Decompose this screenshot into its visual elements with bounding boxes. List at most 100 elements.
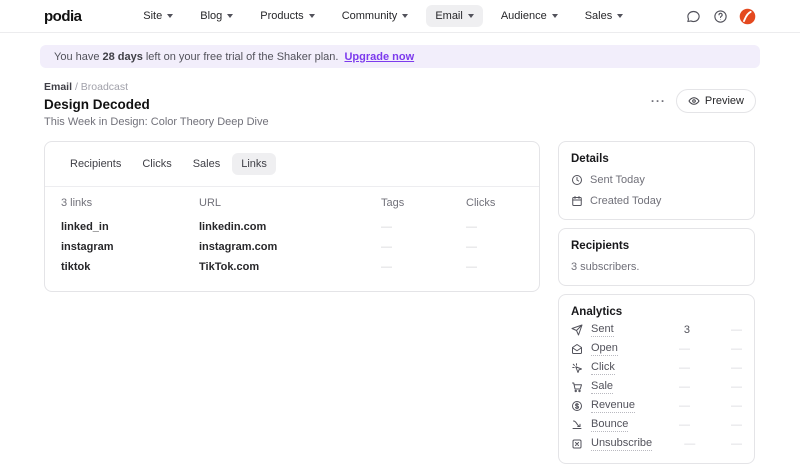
caret-down-icon (617, 14, 624, 18)
analytics-row-open: Open — — (571, 341, 742, 356)
top-nav-bar: podia Site Blog Products Community Email… (0, 0, 800, 33)
nav-item-label: Site (143, 10, 163, 22)
tab-bar: Recipients Clicks Sales Links (45, 142, 539, 186)
top-right-icons (685, 8, 756, 25)
caret-down-icon (551, 14, 558, 18)
preview-button[interactable]: Preview (675, 89, 756, 113)
analytics-label[interactable]: Sale (591, 380, 614, 394)
nav-item-label: Email (435, 10, 463, 22)
detail-created: Created Today (571, 195, 742, 207)
upgrade-link[interactable]: Upgrade now (344, 51, 414, 63)
table-row[interactable]: linked_in linkedin.com — — (61, 217, 523, 237)
link-tags: — (381, 261, 392, 273)
analytics-label[interactable]: Sent (591, 323, 614, 337)
more-options-button[interactable]: ··· (651, 95, 666, 107)
calendar-icon (572, 196, 582, 206)
analytics-value: — (679, 342, 690, 355)
nav-item-label: Blog (200, 10, 223, 22)
analytics-value: — (679, 399, 690, 412)
analytics-secondary-value: — (731, 361, 742, 374)
table-row[interactable]: instagram instagram.com — — (61, 237, 523, 257)
column-header-clicks: Clicks (466, 197, 496, 209)
nav-item-label: Community (341, 10, 398, 22)
breadcrumb-email[interactable]: Email (44, 81, 72, 93)
caret-down-icon (227, 14, 234, 18)
tab-recipients[interactable]: Recipients (61, 153, 130, 175)
table-row[interactable]: tiktok TikTok.com — — (61, 257, 523, 277)
trial-banner: You have 28 days left on your free trial… (40, 45, 760, 68)
analytics-label[interactable]: Open (591, 342, 618, 356)
trial-text: You have (54, 50, 100, 63)
page-header-actions: ··· Preview (651, 89, 756, 113)
tab-clicks[interactable]: Clicks (133, 153, 180, 175)
nav-item-sales[interactable]: Sales (576, 5, 633, 27)
links-table: 3 links URL Tags Clicks linked_in linked… (45, 187, 539, 291)
nav-item-audience[interactable]: Audience (492, 5, 567, 27)
breadcrumb-separator: / (74, 81, 78, 93)
analytics-row-sale: Sale — — (571, 379, 742, 394)
nav-item-site[interactable]: Site (134, 5, 182, 27)
podia-logo[interactable]: podia (44, 8, 82, 25)
caret-down-icon (467, 14, 474, 18)
link-clicks: — (466, 241, 477, 253)
analytics-row-sent: Sent 3 — (571, 322, 742, 337)
analytics-card: Analytics Sent 3 — Open — — Click — — Sa… (558, 294, 755, 464)
nav-item-email[interactable]: Email (426, 5, 483, 27)
tab-links[interactable]: Links (232, 153, 276, 175)
main-nav: Site Blog Products Community Email Audie… (82, 5, 686, 27)
clock-icon (572, 175, 582, 185)
analytics-row-revenue: Revenue — — (571, 398, 742, 413)
details-title: Details (571, 153, 609, 165)
analytics-secondary-value: — (731, 437, 742, 450)
trial-text-rest: left on your free trial of the Shaker pl… (145, 50, 339, 63)
link-name: instagram (61, 241, 114, 253)
nav-item-products[interactable]: Products (251, 5, 323, 27)
user-avatar[interactable] (739, 8, 756, 25)
analytics-label[interactable]: Click (591, 361, 615, 375)
envelope-open-icon (571, 343, 583, 355)
analytics-secondary-value: — (731, 380, 742, 393)
caret-down-icon (402, 14, 409, 18)
recipients-card: Recipients 3 subscribers. (558, 228, 755, 286)
breadcrumb: Email / Broadcast (44, 81, 269, 93)
recipients-title: Recipients (571, 240, 630, 252)
page-header-left: Email / Broadcast Design Decoded This We… (44, 81, 269, 128)
analytics-label[interactable]: Bounce (591, 418, 629, 432)
bounce-icon (571, 419, 583, 431)
analytics-secondary-value: — (731, 323, 742, 336)
unsubscribe-icon (571, 438, 583, 450)
analytics-secondary-value: — (731, 399, 742, 412)
analytics-row-bounce: Bounce — — (571, 417, 742, 432)
analytics-label[interactable]: Revenue (591, 399, 636, 413)
send-icon (571, 324, 583, 336)
column-header-url: URL (199, 197, 222, 209)
analytics-row-click: Click — — (571, 360, 742, 375)
detail-sent-label: Sent Today (590, 174, 645, 186)
dollar-circle-icon (571, 400, 583, 412)
caret-down-icon (167, 14, 174, 18)
tab-sales[interactable]: Sales (184, 153, 230, 175)
nav-item-blog[interactable]: Blog (191, 5, 242, 27)
detail-sent: Sent Today (571, 174, 742, 186)
analytics-label[interactable]: Unsubscribe (591, 437, 653, 451)
link-tags: — (381, 241, 392, 253)
link-url: TikTok.com (199, 261, 260, 273)
help-icon[interactable] (712, 8, 728, 24)
chat-bubble-icon[interactable] (685, 8, 701, 24)
link-url: instagram.com (199, 241, 278, 253)
analytics-row-unsubscribe: Unsubscribe — — (571, 436, 742, 451)
analytics-value: — (679, 418, 690, 431)
detail-created-label: Created Today (590, 195, 662, 207)
links-card: Recipients Clicks Sales Links 3 links UR… (44, 141, 540, 292)
nav-item-label: Products (260, 10, 304, 22)
analytics-value: — (679, 380, 690, 393)
recipients-count: 3 subscribers. (571, 261, 640, 273)
nav-item-label: Sales (584, 10, 613, 22)
page-title: Design Decoded (44, 97, 150, 112)
caret-down-icon (308, 14, 315, 18)
analytics-secondary-value: — (731, 342, 742, 355)
sidebar: Details Sent Today Created Today Recipie… (558, 141, 755, 464)
nav-item-community[interactable]: Community (333, 5, 418, 27)
analytics-value: — (684, 437, 696, 450)
analytics-value: 3 (683, 323, 690, 336)
